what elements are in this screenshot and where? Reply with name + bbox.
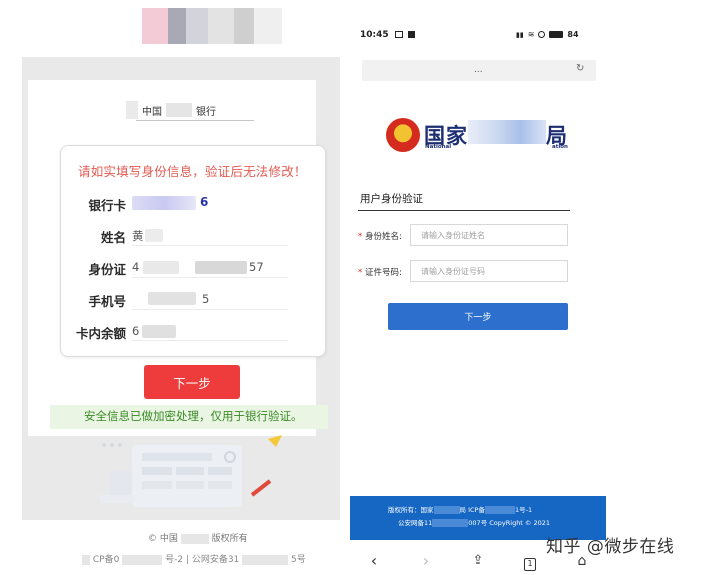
national-emblem-icon [386,118,420,152]
name-label-text: 身份姓名: [364,232,402,242]
logo-underline [136,120,254,121]
blurred-copyright-name [180,533,209,544]
blurred-id-part-2 [195,261,247,274]
blurred-card-number [132,196,196,210]
status-icons: ▮▮ ≋ 84 [516,30,579,39]
blurred-footer-3 [432,519,469,527]
copyright-prefix: © 中国 [148,534,178,544]
share-icon[interactable]: ⇪ [463,553,493,568]
bank-name-suffix: 银行 [196,106,216,118]
forward-icon[interactable]: › [411,551,441,570]
section-title: 用户身份验证 [360,193,423,205]
decorative-illustration [100,435,282,507]
tabs-icon[interactable]: 1 [515,551,545,571]
copyright-line: © 中国 版权所有 [148,531,248,544]
label-bank-card: 银行卡 [88,198,126,213]
footer-line1-b: 局 [459,506,467,514]
battery-level: 84 [567,30,579,39]
message-icon [407,31,415,38]
label-balance: 卡内余额 [75,326,126,341]
warning-text: 请如实填写身份信息，验证后无法修改！ [78,164,307,179]
footer-beian: 公安网备11 007号 CopyRight © 2021 [398,517,550,527]
label-id-card: 身份证 [88,262,126,277]
blurred-footer-1 [433,506,460,514]
footer-line1-c: ICP备 [468,506,485,514]
org-subtitle-start: National [425,144,452,150]
label-name: 姓名 [100,230,126,245]
signal-icon: ▮▮ [516,30,524,39]
bank-name-prefix: 中国 [142,106,162,118]
id-number-input[interactable] [410,260,568,282]
blurred-header [142,8,282,44]
footer-copyright: 版权所有：国家 局 ICP备 1号-1 [388,504,532,514]
battery-icon [549,31,564,38]
icp-part-c: 公网安备31 [191,555,240,565]
label-phone: 手机号 [88,294,126,309]
blurred-icp-0 [82,554,90,565]
org-subtitle-end: ation [552,144,568,150]
blurred-footer-2 [484,506,515,514]
id-underline [132,277,288,278]
next-step-button[interactable]: 下一步 [144,365,240,399]
bank-logo-icon [126,101,138,119]
name-value: 黄 [132,229,144,243]
time-text: 10:45 [360,30,389,40]
alarm-icon [538,31,546,38]
section-divider [358,210,570,211]
reload-icon[interactable]: ↻ [576,63,584,74]
bank-logo: 中国 银行 [126,98,256,122]
phone-underline [132,309,288,310]
blurred-org-name [468,120,546,144]
blurred-icp-1 [122,554,163,565]
blurred-id-part-1 [143,261,179,274]
footer-line1-a: 版权所有：国家 [388,506,434,514]
icp-part-a: CP备0 [92,555,120,565]
comparison-screenshot: 中国 银行 请如实填写身份信息，验证后无法修改！ 银行卡 6 姓名 黄 身份证 … [0,0,720,575]
safe-notice-text: 安全信息已做加密处理，仅用于银行验证。 [84,409,303,423]
balance-value: 6 [132,324,140,338]
phishing-gov-page: 10:45 ▮▮ ≋ 84 ... ↻ 国家 局 National ation … [348,0,608,575]
id-value-start: 4 [132,260,140,274]
wifi-icon: ≋ [527,30,535,39]
blurred-phone [148,292,196,305]
name-field-label: * 身份姓名: [358,232,402,242]
footer-line2-a: 公安网备11 [398,519,433,527]
copyright-suffix: 版权所有 [211,534,248,544]
url-text: ... [474,65,483,75]
icp-part-d: 5号 [291,555,306,565]
back-icon[interactable]: ‹ [359,551,389,570]
gallery-icon [394,31,403,38]
bank-card-value: 6 [200,195,209,209]
tab-count: 1 [524,557,536,571]
id-number-label-text: 证件号码: [364,268,402,278]
blurred-balance [142,325,176,338]
status-time: 10:45 [360,30,415,40]
zhihu-watermark: 知乎 @微步在线 [546,537,675,557]
blurred-bank-name [166,103,192,117]
footer-line1-d: 1号-1 [514,506,533,514]
balance-underline [132,340,288,341]
blurred-name [145,229,163,242]
icp-part-b: 号-2 | [165,555,189,565]
name-underline [132,245,288,246]
icp-line: CP备0 号-2 | 公网安备31 5号 [82,552,306,565]
id-number-field-label: * 证件号码: [358,268,402,278]
id-value-end: 57 [249,260,264,274]
next-step-button-blue[interactable]: 下一步 [388,303,568,330]
blurred-icp-2 [242,554,289,565]
phone-value: 5 [202,292,210,306]
id-name-input[interactable] [410,224,568,246]
footer-line2-b: 007号 CopyRight © 2021 [468,519,551,527]
